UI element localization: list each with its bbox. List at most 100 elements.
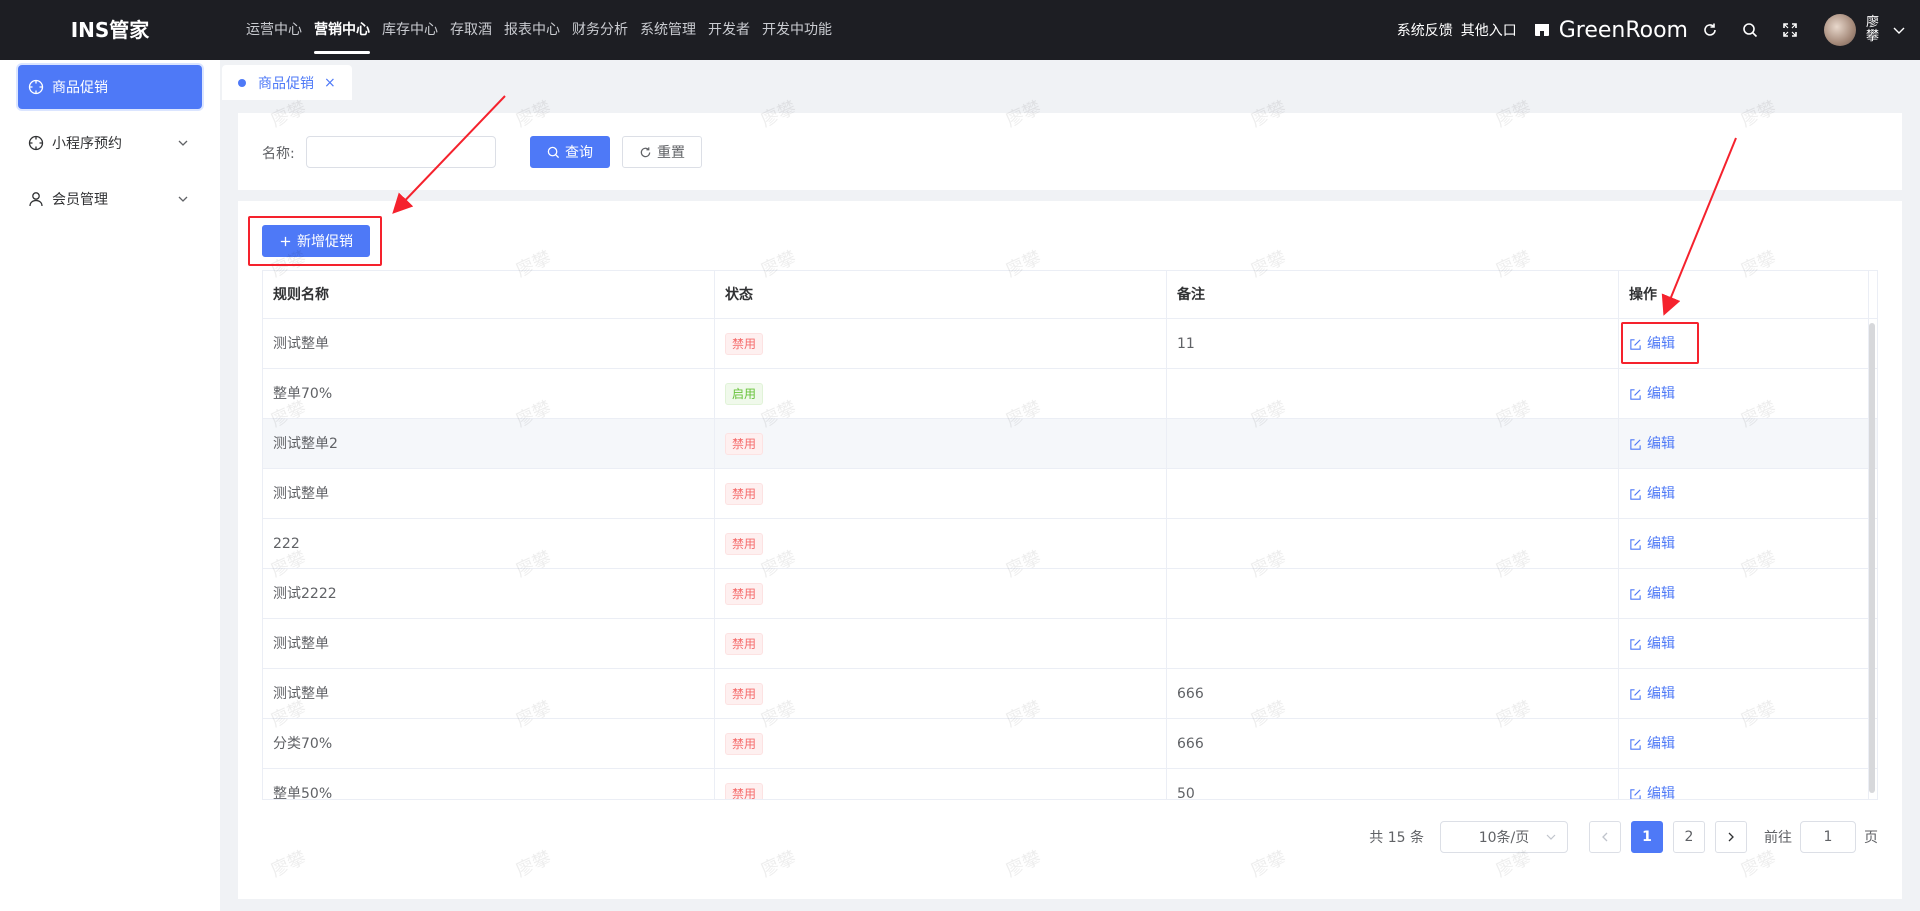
cell-status: 禁用 xyxy=(715,319,1167,369)
filter-panel: 名称: 查询 重置 xyxy=(238,113,1902,190)
sidebar-item-member-management[interactable]: 会员管理 xyxy=(18,177,202,221)
topnav-item-inventory[interactable]: 库存中心 xyxy=(376,0,444,60)
active-dot xyxy=(238,78,246,87)
app-logo[interactable]: INS管家 xyxy=(0,0,220,60)
table-scrollbar[interactable] xyxy=(1869,323,1875,793)
reset-button[interactable]: 重置 xyxy=(622,136,702,168)
edit-button[interactable]: 编辑 xyxy=(1629,619,1675,669)
cell-remark: 11 xyxy=(1167,319,1619,369)
chevron-down-icon xyxy=(178,140,188,146)
compass-icon xyxy=(28,135,44,151)
status-badge: 禁用 xyxy=(725,733,764,755)
topnav-item-system[interactable]: 系统管理 xyxy=(634,0,702,60)
topnav-item-finance[interactable]: 财务分析 xyxy=(566,0,634,60)
cell-remark xyxy=(1167,619,1619,669)
annotation-box-add xyxy=(248,216,382,266)
status-badge: 禁用 xyxy=(725,333,764,355)
cell-remark xyxy=(1167,469,1619,519)
user-name[interactable]: 廖攀 xyxy=(1866,16,1884,44)
query-button-label: 查询 xyxy=(565,145,593,161)
page-size-value: 10条/页 xyxy=(1478,830,1530,846)
edit-icon xyxy=(1630,688,1641,700)
topnav-item-reports[interactable]: 报表中心 xyxy=(498,0,566,60)
edit-icon xyxy=(1630,638,1641,650)
sidebar-item-product-promotion[interactable]: 商品促销 xyxy=(18,65,202,109)
close-icon[interactable]: × xyxy=(324,75,336,91)
edit-button[interactable]: 编辑 xyxy=(1629,419,1675,469)
top-bar: INS管家 运营中心 营销中心 库存中心 存取酒 报表中心 财务分析 系统管理 … xyxy=(0,0,1920,60)
next-page-button[interactable] xyxy=(1715,821,1747,853)
page-button-1[interactable]: 1 xyxy=(1631,821,1663,853)
cell-rule-name: 测试整单 xyxy=(263,619,715,669)
edit-label: 编辑 xyxy=(1647,686,1675,702)
page-size-select[interactable]: 10条/页 xyxy=(1440,821,1568,853)
column-header-remark: 备注 xyxy=(1167,271,1619,319)
edit-label: 编辑 xyxy=(1647,736,1675,752)
cell-status: 禁用 xyxy=(715,669,1167,719)
edit-button[interactable]: 编辑 xyxy=(1629,769,1675,800)
column-header-gutter xyxy=(1869,271,1877,319)
table-row: 分类70% 禁用 666 编辑 xyxy=(263,719,1877,769)
cell-rule-name: 分类70% xyxy=(263,719,715,769)
goto-page-input[interactable]: 1 xyxy=(1800,821,1856,853)
page-button-2[interactable]: 2 xyxy=(1673,821,1705,853)
cell-remark xyxy=(1167,419,1619,469)
query-button[interactable]: 查询 xyxy=(530,136,610,168)
cell-status: 禁用 xyxy=(715,769,1167,799)
prev-page-button[interactable] xyxy=(1589,821,1621,853)
status-badge: 禁用 xyxy=(725,633,764,655)
table-row: 测试整单2 禁用 编辑 xyxy=(263,419,1877,469)
table-row: 整单50% 禁用 50 编辑 xyxy=(263,769,1877,800)
cell-status: 禁用 xyxy=(715,519,1167,569)
status-badge: 禁用 xyxy=(725,533,764,555)
refresh-icon[interactable] xyxy=(1692,12,1728,48)
table-row: 测试整单 禁用 编辑 xyxy=(263,619,1877,669)
top-nav: 运营中心 营销中心 库存中心 存取酒 报表中心 财务分析 系统管理 开发者 开发… xyxy=(240,0,838,60)
cell-rule-name: 测试整单 xyxy=(263,319,715,369)
edit-button[interactable]: 编辑 xyxy=(1629,519,1675,569)
table-row: 测试2222 禁用 编辑 xyxy=(263,569,1877,619)
cell-actions: 编辑 xyxy=(1619,769,1869,800)
name-input[interactable] xyxy=(306,136,496,168)
store-icon xyxy=(1534,24,1549,36)
edit-icon xyxy=(1630,388,1641,400)
sidebar-item-miniprogram-booking[interactable]: 小程序预约 xyxy=(18,121,202,165)
table-panel: 新增促销 规则名称 状态 备注 操作 测试整单 禁用 11 编辑 整单70% 启用 编辑 测试… xyxy=(238,201,1902,899)
search-icon[interactable] xyxy=(1732,12,1768,48)
cell-status: 禁用 xyxy=(715,469,1167,519)
topnav-item-in-development[interactable]: 开发中功能 xyxy=(756,0,838,60)
edit-label: 编辑 xyxy=(1647,436,1675,452)
user-avatar[interactable] xyxy=(1824,14,1856,46)
cell-actions: 编辑 xyxy=(1619,619,1869,669)
topnav-item-operations[interactable]: 运营中心 xyxy=(240,0,308,60)
edit-button[interactable]: 编辑 xyxy=(1629,469,1675,519)
annotation-box-edit xyxy=(1621,322,1699,364)
other-entry-link[interactable]: 其他入口 xyxy=(1461,20,1517,40)
cell-status: 禁用 xyxy=(715,619,1167,669)
cell-remark xyxy=(1167,569,1619,619)
edit-label: 编辑 xyxy=(1647,586,1675,602)
edit-button[interactable]: 编辑 xyxy=(1629,569,1675,619)
store-name: GreenRoom xyxy=(1558,17,1688,43)
reset-button-label: 重置 xyxy=(657,145,685,161)
store-switcher[interactable]: GreenRoom xyxy=(1533,18,1688,43)
status-badge: 禁用 xyxy=(725,783,764,799)
edit-button[interactable]: 编辑 xyxy=(1629,719,1675,769)
feedback-link[interactable]: 系统反馈 xyxy=(1397,20,1453,40)
edit-icon xyxy=(1630,588,1641,600)
chevron-down-icon[interactable] xyxy=(1892,23,1906,37)
topnav-item-marketing[interactable]: 营销中心 xyxy=(308,0,376,60)
topnav-item-developer[interactable]: 开发者 xyxy=(702,0,756,60)
fullscreen-icon[interactable] xyxy=(1772,12,1808,48)
chevron-down-icon xyxy=(178,196,188,202)
edit-button[interactable]: 编辑 xyxy=(1629,669,1675,719)
edit-button[interactable]: 编辑 xyxy=(1629,369,1675,419)
pagination-total: 共 15 条 xyxy=(1369,830,1424,846)
edit-label: 编辑 xyxy=(1647,786,1675,800)
sidebar: 商品促销 小程序预约 会员管理 xyxy=(0,60,220,911)
cell-status: 启用 xyxy=(715,369,1167,419)
tab-product-promotion[interactable]: 商品促销 × xyxy=(222,65,352,100)
edit-label: 编辑 xyxy=(1647,536,1675,552)
topnav-item-wine-storage[interactable]: 存取酒 xyxy=(444,0,498,60)
cell-actions: 编辑 xyxy=(1619,719,1869,769)
